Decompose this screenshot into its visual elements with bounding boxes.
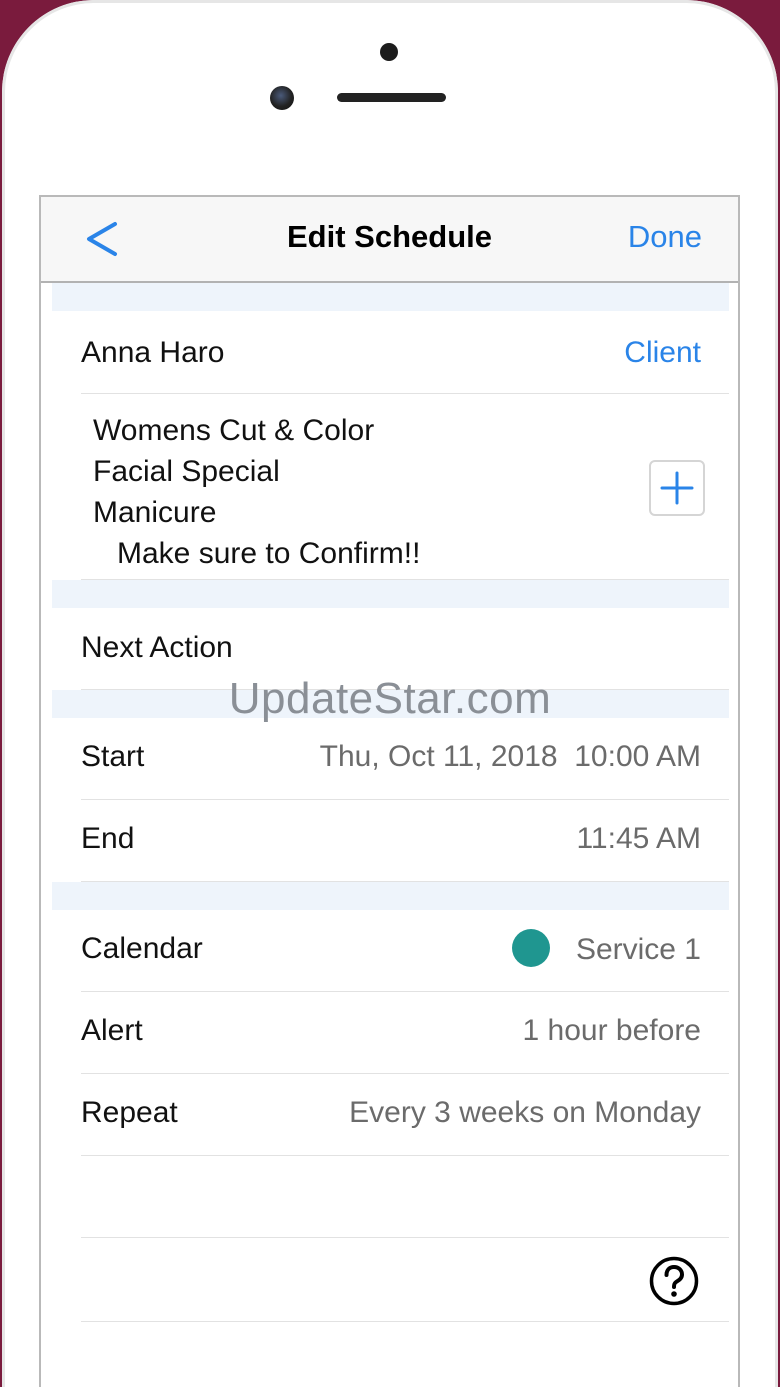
calendar-row[interactable]: Calendar Service 1	[81, 910, 729, 992]
add-service-button[interactable]	[649, 460, 705, 516]
calendar-color-dot	[511, 929, 550, 967]
navigation-bar: Edit Schedule Done	[41, 197, 738, 283]
section-spacer	[52, 882, 729, 910]
alert-label: Alert	[81, 1014, 143, 1047]
calendar-label: Calendar	[81, 932, 203, 965]
service-item: Womens Cut & Color	[93, 414, 375, 447]
client-button[interactable]: Client	[624, 336, 701, 370]
question-circle-icon[interactable]	[649, 1256, 699, 1306]
app-screen: Edit Schedule Done Anna Haro Client Wome…	[39, 195, 740, 1387]
services-row[interactable]: Womens Cut & Color Facial Special Manicu…	[81, 394, 729, 580]
alert-row[interactable]: Alert 1 hour before	[81, 992, 729, 1074]
start-date: Thu, Oct 11, 2018	[319, 740, 558, 773]
repeat-label: Repeat	[81, 1096, 178, 1129]
front-camera	[270, 86, 294, 110]
end-row[interactable]: End 11:45 AM	[81, 800, 729, 882]
empty-row	[81, 1156, 729, 1238]
alert-value[interactable]: 1 hour before	[523, 1014, 701, 1048]
help-row	[81, 1238, 729, 1322]
calendar-value[interactable]: Service 1	[511, 929, 701, 970]
service-item: Manicure	[93, 496, 217, 529]
watermark-text: UpdateStar.com	[228, 674, 552, 723]
repeat-value[interactable]: Every 3 weeks on Monday	[349, 1096, 701, 1130]
section-spacer	[52, 580, 729, 608]
next-action-label: Next Action	[81, 631, 233, 664]
start-time: 10:00 AM	[574, 740, 701, 773]
section-spacer	[52, 283, 729, 311]
plus-icon	[660, 471, 694, 505]
service-item: Facial Special	[93, 455, 280, 488]
end-label: End	[81, 822, 135, 855]
end-time[interactable]: 11:45 AM	[576, 822, 701, 856]
done-button[interactable]: Done	[628, 219, 702, 255]
service-note: Make sure to Confirm!!	[117, 537, 421, 570]
client-name: Anna Haro	[81, 336, 225, 369]
front-sensor	[380, 43, 398, 61]
start-label: Start	[81, 740, 145, 773]
start-row[interactable]: Start Thu, Oct 11, 2018 10:00 AM	[81, 718, 729, 800]
earpiece-speaker	[337, 93, 446, 102]
start-value[interactable]: Thu, Oct 11, 2018 10:00 AM	[320, 740, 701, 774]
services-list: Womens Cut & Color Facial Special Manicu…	[93, 410, 420, 574]
client-row[interactable]: Anna Haro Client	[81, 311, 729, 394]
calendar-name: Service 1	[575, 932, 701, 966]
repeat-row[interactable]: Repeat Every 3 weeks on Monday	[81, 1074, 729, 1156]
